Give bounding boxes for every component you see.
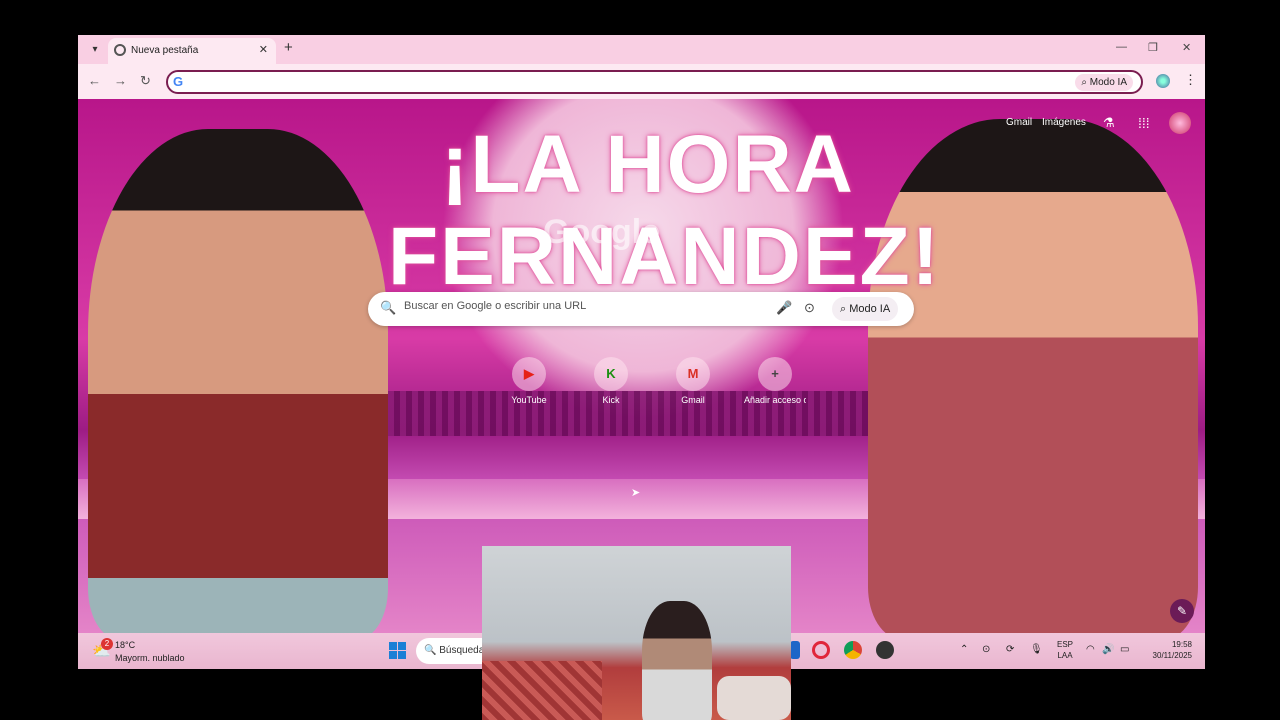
restore-icon[interactable]: ❐ bbox=[1148, 41, 1158, 54]
browser-toolbar: ← → ↻ G ⌕ Modo IA ⋮ bbox=[78, 64, 1205, 99]
weather-temperature: 18°C bbox=[115, 640, 136, 650]
google-logo: Google bbox=[543, 213, 661, 251]
kick-icon: K bbox=[594, 357, 628, 391]
taskbar-search-label: Búsqueda bbox=[439, 645, 485, 656]
profile-avatar[interactable] bbox=[1169, 112, 1191, 134]
notification-badge: 2 bbox=[101, 638, 113, 650]
theme-banner-text: ¡LA HORA FERNANDEZ! bbox=[388, 119, 939, 303]
tab-search-icon[interactable]: ▾ bbox=[86, 41, 104, 59]
minimize-icon[interactable]: — bbox=[1116, 41, 1127, 53]
ai-mode-label: Modo IA bbox=[849, 303, 891, 315]
labs-flask-icon[interactable]: ⚗ bbox=[1103, 115, 1115, 131]
tab-title: Nueva pestaña bbox=[131, 45, 199, 56]
shortcut-label: Añadir acceso directo bbox=[744, 395, 806, 405]
system-clock[interactable]: 19:58 30/11/2025 bbox=[1144, 639, 1192, 661]
couch-right bbox=[717, 676, 791, 720]
search-input[interactable] bbox=[404, 300, 754, 312]
close-window-icon[interactable]: ✕ bbox=[1182, 41, 1191, 54]
ai-mode-omnibox-button[interactable]: ⌕ Modo IA bbox=[1075, 74, 1133, 91]
obs-icon[interactable] bbox=[876, 641, 894, 659]
customize-pencil-icon[interactable]: ✎ bbox=[1170, 599, 1194, 623]
couch-left bbox=[482, 661, 602, 720]
tray-mic-icon[interactable]: 🎙 bbox=[1030, 644, 1043, 655]
shortcut-label: Gmail bbox=[681, 395, 705, 405]
microphone-icon[interactable]: 🎤 bbox=[776, 300, 792, 316]
clock-time: 19:58 bbox=[1171, 640, 1192, 649]
shortcut-kick[interactable]: K Kick bbox=[580, 357, 642, 405]
show-hidden-icons-chevron-icon[interactable]: ⌃ bbox=[960, 644, 968, 655]
mouse-cursor-icon: ➤ bbox=[631, 487, 641, 499]
gmail-icon: M bbox=[676, 357, 710, 391]
clock-date: 30/11/2025 bbox=[1152, 651, 1192, 660]
theme-illustration-left-person bbox=[88, 129, 388, 639]
volume-icon[interactable]: 🔊 bbox=[1102, 644, 1114, 655]
search-icon: 🔍 bbox=[380, 300, 397, 315]
keyboard-layout: LAA bbox=[1057, 651, 1073, 660]
plus-icon: + bbox=[758, 357, 792, 391]
chrome-taskbar-icon[interactable] bbox=[844, 641, 862, 659]
images-link[interactable]: Imágenes bbox=[1042, 117, 1086, 128]
shortcuts-row: ▶ YouTube K Kick M Gmail + Añadir acceso… bbox=[498, 357, 808, 417]
close-tab-icon[interactable]: ✕ bbox=[259, 43, 268, 56]
wifi-icon[interactable]: ◠ bbox=[1086, 644, 1095, 655]
extension-icon[interactable] bbox=[1156, 74, 1170, 88]
language-indicator[interactable]: ESP LAA bbox=[1057, 639, 1073, 661]
shortcut-add[interactable]: + Añadir acceso directo bbox=[744, 357, 806, 405]
tab-strip: ▾ Nueva pestaña ✕ + — ❐ ✕ bbox=[78, 35, 1205, 64]
opera-icon[interactable] bbox=[812, 641, 830, 659]
tab-nueva-pestana[interactable]: Nueva pestaña ✕ bbox=[108, 38, 276, 64]
back-icon[interactable]: ← bbox=[88, 73, 101, 88]
forward-icon[interactable]: → bbox=[114, 73, 127, 88]
weather-condition: Mayorm. nublado bbox=[115, 653, 185, 663]
webcam-overlay bbox=[482, 546, 791, 720]
language-code: ESP bbox=[1057, 640, 1074, 649]
kebab-menu-icon[interactable]: ⋮ bbox=[1184, 72, 1197, 88]
shortcut-youtube[interactable]: ▶ YouTube bbox=[498, 357, 560, 405]
gmail-link[interactable]: Gmail bbox=[1006, 117, 1032, 128]
banner-line-1: ¡LA HORA bbox=[441, 119, 855, 210]
google-apps-grid-icon[interactable]: ⁞⁞⁞ bbox=[1138, 115, 1150, 131]
battery-icon[interactable]: ▭ bbox=[1120, 644, 1129, 655]
app-icon[interactable] bbox=[790, 641, 800, 659]
ai-mode-omnibox-label: Modo IA bbox=[1089, 77, 1127, 88]
chrome-favicon-icon bbox=[114, 44, 126, 56]
search-box[interactable]: 🔍 🎤 ⊙ ⌕ Modo IA bbox=[368, 292, 914, 326]
new-tab-button[interactable]: + bbox=[284, 39, 293, 56]
theme-illustration-right-person bbox=[868, 119, 1198, 639]
shortcut-gmail[interactable]: M Gmail bbox=[662, 357, 724, 405]
windows-start-icon[interactable] bbox=[389, 642, 406, 659]
webcam-person bbox=[642, 601, 712, 720]
tray-sync-icon[interactable]: ⟳ bbox=[1006, 644, 1014, 655]
youtube-icon: ▶ bbox=[512, 357, 546, 391]
tray-app-icon[interactable]: ⊙ bbox=[982, 644, 990, 655]
ai-mode-button[interactable]: ⌕ Modo IA bbox=[832, 297, 899, 321]
google-g-icon: G bbox=[173, 74, 184, 89]
shortcut-label: YouTube bbox=[511, 395, 547, 405]
reload-icon[interactable]: ↻ bbox=[140, 73, 151, 89]
address-bar[interactable]: G ⌕ Modo IA bbox=[166, 70, 1143, 94]
google-lens-icon[interactable]: ⊙ bbox=[804, 300, 815, 316]
shortcut-label: Kick bbox=[602, 395, 620, 405]
